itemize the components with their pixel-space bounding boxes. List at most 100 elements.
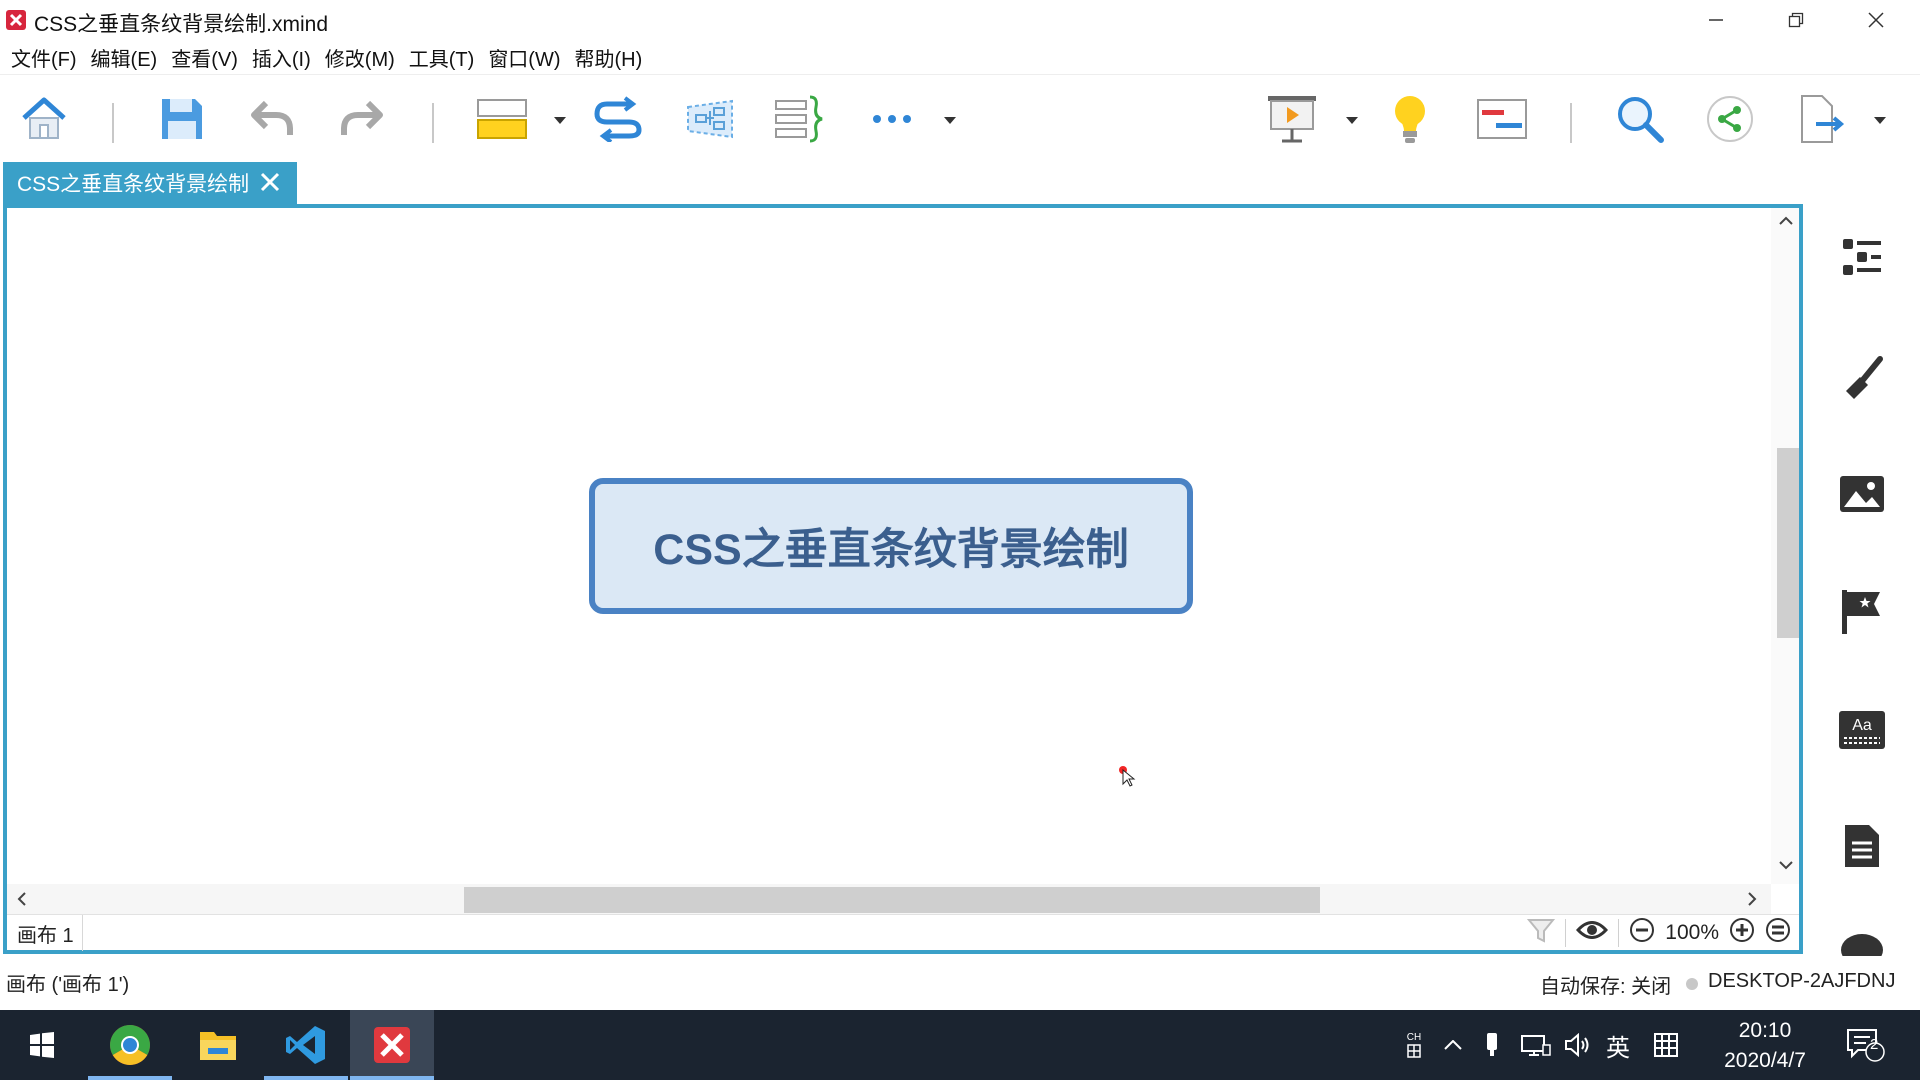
redo-icon[interactable] bbox=[332, 89, 392, 149]
map-editor: CSS之垂直条纹背景绘制 画布 1 100% bbox=[3, 204, 1803, 954]
status-sheet-info: 画布 ('画布 1') bbox=[6, 974, 130, 996]
menu-help[interactable]: 帮助(H) bbox=[568, 43, 650, 72]
summary-icon[interactable] bbox=[770, 89, 830, 149]
notification-center-icon[interactable]: 2 bbox=[1840, 1010, 1890, 1080]
scroll-up-icon[interactable] bbox=[1779, 216, 1793, 226]
zoom-out-icon[interactable] bbox=[1629, 917, 1655, 949]
idea-icon[interactable] bbox=[1380, 89, 1440, 149]
undo-icon[interactable] bbox=[242, 89, 302, 149]
sheet-tab[interactable]: 画布 1 bbox=[7, 915, 83, 951]
filter-icon[interactable] bbox=[1527, 917, 1556, 949]
boundary-icon[interactable] bbox=[680, 89, 740, 149]
menu-edit[interactable]: 编辑(E) bbox=[84, 43, 165, 72]
zoom-separator bbox=[1618, 919, 1620, 947]
canvas-area[interactable]: CSS之垂直条纹背景绘制 bbox=[7, 208, 1771, 884]
menu-bar: 文件(F) 编辑(E) 查看(V) 插入(I) 修改(M) 工具(T) 窗口(W… bbox=[0, 40, 1920, 74]
gantt-icon[interactable] bbox=[1472, 89, 1532, 149]
presentation-dropdown-icon[interactable] bbox=[1344, 111, 1360, 131]
central-topic-label: CSS之垂直条纹背景绘制 bbox=[653, 526, 1129, 574]
comments-icon[interactable] bbox=[1830, 926, 1894, 956]
xmind-active-indicator bbox=[350, 1076, 434, 1080]
menu-insert[interactable]: 插入(I) bbox=[245, 43, 318, 72]
menu-file[interactable]: 文件(F) bbox=[4, 43, 84, 72]
taskbar-clock[interactable]: 20:10 2020/4/7 bbox=[1700, 1016, 1830, 1076]
clock-time: 20:10 bbox=[1738, 1019, 1792, 1042]
vscode-active-indicator bbox=[264, 1076, 348, 1080]
notification-count: 2 bbox=[1870, 1036, 1879, 1053]
presentation-icon[interactable] bbox=[1262, 89, 1322, 149]
export-dropdown-icon[interactable] bbox=[1872, 111, 1888, 131]
menu-modify[interactable]: 修改(M) bbox=[318, 43, 402, 72]
topic-icon[interactable] bbox=[472, 89, 532, 149]
close-tab-icon[interactable] bbox=[257, 169, 283, 195]
sheet-bar: 画布 1 100% bbox=[7, 914, 1799, 951]
marker-flag-icon[interactable] bbox=[1830, 580, 1894, 644]
relationship-icon[interactable] bbox=[588, 89, 648, 149]
network-icon[interactable] bbox=[1516, 1010, 1556, 1080]
ime-grid-icon[interactable] bbox=[1648, 1010, 1684, 1080]
svg-text:Aa: Aa bbox=[1852, 717, 1872, 734]
more-icon[interactable] bbox=[862, 89, 922, 149]
xmind-icon[interactable] bbox=[350, 1010, 434, 1080]
vscode-icon[interactable] bbox=[264, 1010, 348, 1080]
horizontal-scroll-thumb[interactable] bbox=[464, 887, 1320, 913]
start-icon[interactable] bbox=[0, 1010, 84, 1080]
ime-mode-icon[interactable]: CH bbox=[1398, 1010, 1430, 1080]
status-host: DESKTOP-2AJFDNJ bbox=[1708, 970, 1896, 992]
save-icon[interactable] bbox=[152, 89, 212, 149]
minimize-button[interactable] bbox=[1676, 0, 1756, 40]
zoom-separator bbox=[1565, 919, 1567, 947]
vertical-scroll-thumb[interactable] bbox=[1777, 448, 1799, 638]
scroll-left-icon[interactable] bbox=[17, 892, 27, 906]
toolbar bbox=[0, 74, 1920, 160]
export-icon[interactable] bbox=[1792, 89, 1852, 149]
menu-tools[interactable]: 工具(T) bbox=[402, 43, 482, 72]
zoom-in-icon[interactable] bbox=[1729, 917, 1755, 949]
horizontal-scrollbar[interactable] bbox=[7, 884, 1771, 914]
tray-expand-icon[interactable] bbox=[1436, 1010, 1470, 1080]
text-style-icon[interactable]: Aa bbox=[1830, 698, 1894, 762]
zoom-controls: 100% bbox=[1527, 915, 1791, 951]
toolbar-separator bbox=[1570, 103, 1572, 143]
close-window-button[interactable] bbox=[1836, 0, 1916, 40]
tab-document[interactable]: CSS之垂直条纹背景绘制 bbox=[3, 162, 297, 204]
chrome-active-indicator bbox=[88, 1076, 172, 1080]
eye-icon[interactable] bbox=[1576, 919, 1609, 947]
tab-label: CSS之垂直条纹背景绘制 bbox=[17, 173, 250, 196]
format-brush-icon[interactable] bbox=[1830, 346, 1894, 410]
title-bar: CSS之垂直条纹背景绘制.xmind bbox=[0, 0, 1920, 40]
vertical-scrollbar[interactable] bbox=[1771, 208, 1799, 884]
ime-language-indicator[interactable]: 英 bbox=[1600, 1010, 1636, 1080]
outline-icon[interactable] bbox=[1830, 226, 1894, 290]
image-icon[interactable] bbox=[1830, 462, 1894, 526]
central-topic[interactable]: CSS之垂直条纹背景绘制 bbox=[589, 478, 1193, 614]
chrome-icon[interactable] bbox=[88, 1010, 172, 1080]
notes-icon[interactable] bbox=[1830, 814, 1894, 878]
toolbar-separator bbox=[112, 103, 114, 143]
file-explorer-icon[interactable] bbox=[176, 1010, 260, 1080]
scroll-right-icon[interactable] bbox=[1747, 892, 1757, 906]
taskbar: CH 英 20:10 2020/4/7 2 bbox=[0, 1010, 1920, 1080]
volume-icon[interactable] bbox=[1560, 1010, 1596, 1080]
search-icon[interactable] bbox=[1610, 89, 1670, 149]
usb-drive-icon[interactable] bbox=[1474, 1010, 1510, 1080]
clock-date: 2020/4/7 bbox=[1724, 1049, 1806, 1072]
more-dropdown-icon[interactable] bbox=[942, 111, 958, 131]
window-title: CSS之垂直条纹背景绘制.xmind bbox=[34, 13, 329, 36]
ime-small-label: CH bbox=[1406, 1032, 1422, 1043]
scroll-down-icon[interactable] bbox=[1779, 860, 1793, 870]
status-bar: 画布 ('画布 1') 自动保存: 关闭 DESKTOP-2AJFDNJ bbox=[0, 960, 1920, 1010]
topic-dropdown-icon[interactable] bbox=[552, 111, 568, 131]
zoom-level: 100% bbox=[1665, 921, 1719, 944]
menu-view[interactable]: 查看(V) bbox=[164, 43, 245, 72]
status-autosave[interactable]: 自动保存: 关闭 bbox=[1540, 970, 1671, 999]
fit-map-icon[interactable] bbox=[1765, 917, 1791, 949]
status-dot bbox=[1686, 978, 1698, 990]
toolbar-separator bbox=[432, 103, 434, 143]
mouse-pointer-icon bbox=[1117, 764, 1137, 793]
menu-window[interactable]: 窗口(W) bbox=[481, 43, 567, 72]
share-icon[interactable] bbox=[1700, 89, 1760, 149]
restore-button[interactable] bbox=[1756, 0, 1836, 40]
home-icon[interactable] bbox=[14, 89, 74, 149]
xmind-app-icon bbox=[6, 10, 26, 30]
